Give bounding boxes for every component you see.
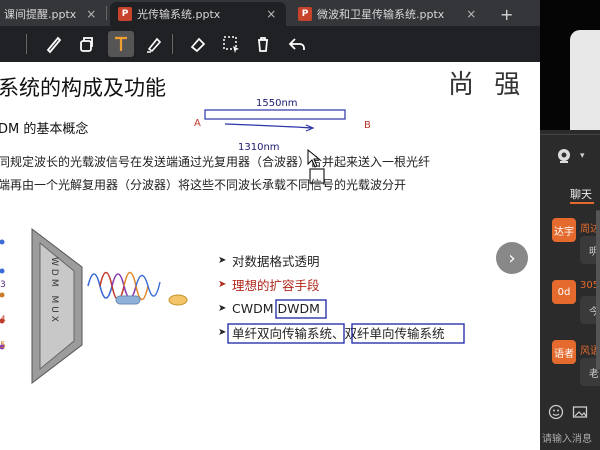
- avatar: 达宇: [552, 218, 576, 242]
- pen-icon: [46, 36, 62, 54]
- tab-underline: [570, 202, 594, 204]
- bullet-arrow-icon: ➤: [218, 254, 227, 266]
- shape-tool-button[interactable]: [73, 31, 99, 57]
- side-number-4: 4: [0, 315, 6, 325]
- eraser-icon: [190, 37, 206, 53]
- wavelength-annotation: [204, 109, 346, 132]
- text-icon: [115, 36, 127, 51]
- annotation-arrow: [224, 123, 315, 132]
- bullet-text: 理想的扩容手段: [232, 277, 320, 293]
- label-b: B: [364, 120, 371, 131]
- cursor-icon: [307, 148, 321, 168]
- video-person: [570, 30, 600, 130]
- emoji-icon[interactable]: [548, 404, 564, 420]
- image-icon[interactable]: [572, 404, 588, 420]
- definition-line-1: 同规定波长的光载波信号在发送端通过光复用器（合波器）合并起来送入一根光纤: [0, 155, 431, 169]
- bullet-arrow-icon: ➤: [218, 278, 227, 290]
- label-a: A: [194, 118, 201, 129]
- tab-break-reminder[interactable]: 课间提醒.pptx ×: [0, 2, 104, 26]
- close-icon[interactable]: ×: [266, 7, 276, 21]
- slide-canvas: 系统的构成及功能 DM 的基本概念 尚 强 1550nm 1310nm A B …: [0, 62, 540, 450]
- pen-tool-button[interactable]: [41, 31, 67, 57]
- tab-separator: [106, 6, 107, 20]
- text-box-icon: [309, 168, 325, 184]
- delete-button[interactable]: [250, 31, 276, 57]
- trash-icon: [258, 37, 268, 52]
- toolbar-separator: [172, 34, 173, 54]
- close-icon[interactable]: ×: [86, 7, 96, 21]
- new-tab-button[interactable]: +: [500, 2, 540, 26]
- tab-label: 课间提醒.pptx: [4, 8, 77, 21]
- definition-line-2: 端再由一个光解复用器（分波器）将这些不同波长承载不同信号的光载波分开: [0, 178, 407, 192]
- multiplexed-wave-diagram: [87, 271, 188, 306]
- teacher-video: [540, 0, 600, 130]
- highlighter-icon: [147, 37, 162, 53]
- tab-bar: 课间提醒.pptx × P 光传输系统.pptx × P 微波和卫星传输系统.p…: [0, 0, 540, 26]
- marquee-select-icon: [223, 36, 239, 53]
- shape-icon: [80, 37, 93, 52]
- side-number-3: 3: [0, 280, 6, 290]
- chat-input[interactable]: 请输入消息: [542, 430, 592, 445]
- slide-title: 系统的构成及功能: [0, 76, 166, 100]
- text-tool-button[interactable]: [108, 31, 134, 57]
- tab-optical-transmission[interactable]: P 光传输系统.pptx ×: [110, 2, 286, 26]
- tab-chat[interactable]: 聊天: [570, 186, 592, 202]
- tab-label: 微波和卫星传输系统.pptx: [317, 8, 445, 21]
- chat-scrollbar[interactable]: [596, 210, 600, 370]
- list-item: ➤ 理想的扩容手段: [218, 272, 445, 296]
- list-item: ➤ 对数据格式透明: [218, 248, 445, 272]
- powerpoint-icon: P: [118, 7, 132, 21]
- text-cursor-marker: [307, 148, 325, 184]
- chevron-right-icon: ›: [508, 247, 516, 269]
- plus-icon: +: [500, 4, 514, 24]
- panel-divider: [540, 134, 600, 135]
- tab-label: 光传输系统.pptx: [137, 8, 221, 21]
- tab-microwave-satellite[interactable]: P 微波和卫星传输系统.pptx ×: [292, 2, 482, 26]
- undo-button[interactable]: [284, 31, 310, 57]
- label-1550nm: 1550nm: [256, 98, 298, 109]
- webcam-icon: [558, 149, 570, 163]
- avatar: 语者: [552, 340, 576, 364]
- close-icon[interactable]: ×: [466, 7, 476, 21]
- chevron-down-icon: ▾: [580, 151, 585, 161]
- annotation-box: [204, 109, 346, 120]
- annotation-toolbar: [0, 26, 540, 62]
- toolbar-separator: [26, 34, 27, 54]
- select-tool-button[interactable]: [218, 31, 244, 57]
- highlight-boxes: [227, 299, 465, 344]
- label-1310nm: 1310nm: [238, 142, 280, 153]
- eraser-tool-button[interactable]: [185, 31, 211, 57]
- avatar: 0d: [552, 280, 576, 304]
- powerpoint-icon: P: [298, 7, 312, 21]
- bullet-text: 对数据格式透明: [232, 253, 320, 269]
- highlighter-tool-button[interactable]: [141, 31, 167, 57]
- undo-icon: [288, 38, 305, 50]
- camera-toggle[interactable]: ▾: [554, 146, 590, 166]
- wdm-mux-label: WDM MUX: [49, 257, 59, 325]
- right-panel: ▾ 聊天 达宇 周达 明 0d 305 今 语者 风语 老 请输入消息: [540, 0, 600, 450]
- slide-subtitle: DM 的基本概念: [0, 122, 89, 137]
- next-slide-button[interactable]: ›: [496, 242, 528, 274]
- seal-logo: 尚 强: [448, 70, 527, 100]
- side-number-5: 5: [0, 341, 6, 351]
